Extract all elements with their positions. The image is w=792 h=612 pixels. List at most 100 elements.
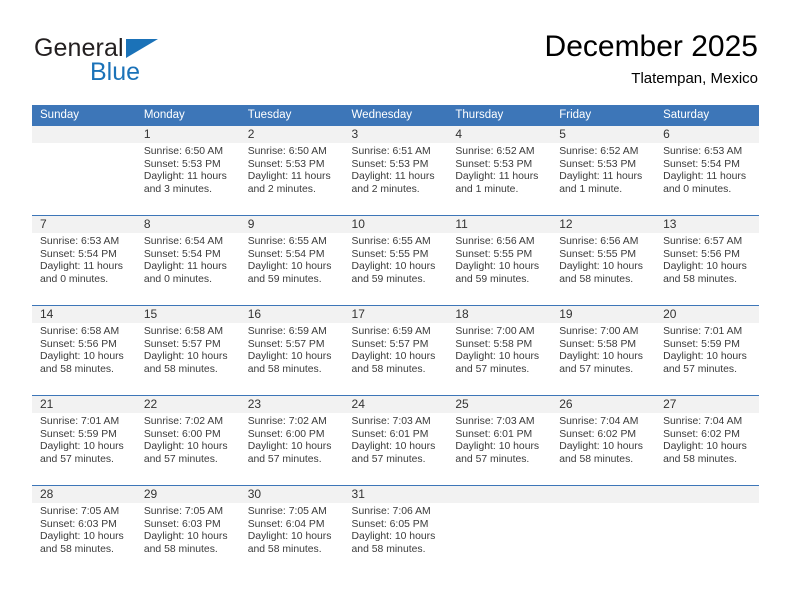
- sunset-text: Sunset: 5:59 PM: [40, 428, 117, 440]
- day-cell[interactable]: 23 Sunrise: 7:02 AM Sunset: 6:00 PM Dayl…: [239, 395, 344, 486]
- sunset-text: Sunset: 6:03 PM: [40, 518, 117, 530]
- day-cell[interactable]: 24 Sunrise: 7:03 AM Sunset: 6:01 PM Dayl…: [343, 395, 448, 486]
- day-cell[interactable]: 4 Sunrise: 6:52 AM Sunset: 5:53 PM Dayli…: [447, 126, 552, 216]
- day-cell[interactable]: 8 Sunrise: 6:54 AM Sunset: 5:54 PM Dayli…: [135, 215, 240, 306]
- calendar-grid: Sunday Monday Tuesday Wednesday Thursday…: [32, 105, 759, 575]
- day-number: 28: [32, 486, 136, 503]
- day-cell[interactable]: [32, 126, 136, 216]
- daylight-text-cont: and 57 minutes.: [559, 363, 634, 375]
- day-number: 14: [32, 306, 136, 323]
- daylight-text-cont: and 57 minutes.: [455, 363, 530, 375]
- sunset-text: Sunset: 5:53 PM: [455, 158, 533, 170]
- sunrise-text: Sunrise: 6:52 AM: [455, 146, 535, 157]
- day-details: Sunrise: 7:03 AM Sunset: 6:01 PM Dayligh…: [447, 413, 551, 466]
- sunset-text: Sunset: 6:02 PM: [559, 428, 637, 440]
- daylight-text: Daylight: 10 hours: [143, 351, 228, 363]
- day-cell[interactable]: 22 Sunrise: 7:02 AM Sunset: 6:00 PM Dayl…: [135, 395, 240, 486]
- sunset-text: Sunset: 5:57 PM: [351, 338, 429, 350]
- day-cell[interactable]: [551, 485, 656, 575]
- day-cell[interactable]: 13 Sunrise: 6:57 AM Sunset: 5:56 PM Dayl…: [655, 215, 759, 306]
- day-cell[interactable]: 6 Sunrise: 6:53 AM Sunset: 5:54 PM Dayli…: [655, 126, 759, 216]
- day-cell[interactable]: 19 Sunrise: 7:00 AM Sunset: 5:58 PM Dayl…: [551, 305, 656, 396]
- day-cell[interactable]: 17 Sunrise: 6:59 AM Sunset: 5:57 PM Dayl…: [343, 305, 448, 396]
- sunset-text: Sunset: 5:53 PM: [351, 158, 429, 170]
- day-cell[interactable]: 18 Sunrise: 7:00 AM Sunset: 5:58 PM Dayl…: [447, 305, 552, 396]
- day-number: 1: [135, 126, 240, 143]
- day-cell[interactable]: 11 Sunrise: 6:56 AM Sunset: 5:55 PM Dayl…: [447, 215, 552, 306]
- day-number: 25: [447, 396, 552, 413]
- day-cell[interactable]: 26 Sunrise: 7:04 AM Sunset: 6:02 PM Dayl…: [551, 395, 656, 486]
- day-details: Sunrise: 7:01 AM Sunset: 5:59 PM Dayligh…: [32, 413, 136, 466]
- day-number: 27: [655, 396, 759, 413]
- day-cell[interactable]: 2 Sunrise: 6:50 AM Sunset: 5:53 PM Dayli…: [239, 126, 344, 216]
- day-cell[interactable]: 30 Sunrise: 7:05 AM Sunset: 6:04 PM Dayl…: [239, 485, 344, 575]
- daylight-text-cont: and 57 minutes.: [663, 363, 737, 375]
- day-cell[interactable]: 3 Sunrise: 6:51 AM Sunset: 5:53 PM Dayli…: [343, 126, 448, 216]
- day-number: 10: [343, 216, 448, 233]
- sunrise-text: Sunrise: 6:50 AM: [247, 146, 327, 157]
- day-cell[interactable]: 25 Sunrise: 7:03 AM Sunset: 6:01 PM Dayl…: [447, 395, 552, 486]
- sunrise-text: Sunrise: 7:05 AM: [143, 506, 223, 517]
- day-number: [32, 126, 136, 143]
- day-number: 6: [655, 126, 759, 143]
- sunrise-text: Sunrise: 6:56 AM: [559, 236, 639, 247]
- day-cell[interactable]: 31 Sunrise: 7:06 AM Sunset: 6:05 PM Dayl…: [343, 485, 448, 575]
- day-details: Sunrise: 6:52 AM Sunset: 5:53 PM Dayligh…: [447, 143, 551, 196]
- daylight-text-cont: and 58 minutes.: [247, 543, 322, 555]
- day-cell[interactable]: 21 Sunrise: 7:01 AM Sunset: 5:59 PM Dayl…: [32, 395, 136, 486]
- week-row: 14 Sunrise: 6:58 AM Sunset: 5:56 PM Dayl…: [32, 305, 759, 396]
- week-row: 28 Sunrise: 7:05 AM Sunset: 6:03 PM Dayl…: [32, 485, 759, 575]
- day-cell[interactable]: 1 Sunrise: 6:50 AM Sunset: 5:53 PM Dayli…: [135, 126, 240, 216]
- daylight-text-cont: and 59 minutes.: [455, 273, 530, 285]
- general-blue-logo[interactable]: General Blue: [32, 34, 242, 96]
- sunrise-text: Sunrise: 7:05 AM: [247, 506, 327, 517]
- day-cell[interactable]: [655, 485, 759, 575]
- day-details: Sunrise: 7:05 AM Sunset: 6:03 PM Dayligh…: [136, 503, 240, 556]
- sunrise-text: Sunrise: 7:04 AM: [559, 416, 639, 427]
- day-cell[interactable]: 9 Sunrise: 6:55 AM Sunset: 5:54 PM Dayli…: [239, 215, 344, 306]
- day-cell[interactable]: 7 Sunrise: 6:53 AM Sunset: 5:54 PM Dayli…: [32, 215, 136, 306]
- day-cell[interactable]: 20 Sunrise: 7:01 AM Sunset: 5:59 PM Dayl…: [655, 305, 759, 396]
- day-details: Sunrise: 7:00 AM Sunset: 5:58 PM Dayligh…: [551, 323, 655, 376]
- daylight-text-cont: and 0 minutes.: [663, 183, 732, 195]
- sunset-text: Sunset: 5:54 PM: [40, 248, 117, 260]
- sunset-text: Sunset: 6:01 PM: [351, 428, 429, 440]
- daylight-text-cont: and 58 minutes.: [40, 543, 114, 555]
- sunset-text: Sunset: 5:53 PM: [559, 158, 637, 170]
- day-cell[interactable]: 12 Sunrise: 6:56 AM Sunset: 5:55 PM Dayl…: [551, 215, 656, 306]
- daylight-text: Daylight: 10 hours: [663, 351, 747, 363]
- day-number: 30: [239, 486, 344, 503]
- daylight-text: Daylight: 11 hours: [559, 171, 643, 183]
- day-cell[interactable]: 27 Sunrise: 7:04 AM Sunset: 6:02 PM Dayl…: [655, 395, 759, 486]
- day-details: Sunrise: 6:59 AM Sunset: 5:57 PM Dayligh…: [344, 323, 448, 376]
- title-block: December 2025 Tlatempan, Mexico: [545, 28, 758, 90]
- day-cell[interactable]: 5 Sunrise: 6:52 AM Sunset: 5:53 PM Dayli…: [551, 126, 656, 216]
- day-number: 24: [343, 396, 448, 413]
- daylight-text-cont: and 58 minutes.: [40, 363, 114, 375]
- sunrise-text: Sunrise: 7:01 AM: [40, 416, 120, 427]
- day-details: Sunrise: 6:55 AM Sunset: 5:54 PM Dayligh…: [240, 233, 344, 286]
- sunrise-text: Sunrise: 6:52 AM: [559, 146, 639, 157]
- day-cell[interactable]: 14 Sunrise: 6:58 AM Sunset: 5:56 PM Dayl…: [32, 305, 136, 396]
- day-cell[interactable]: 10 Sunrise: 6:55 AM Sunset: 5:55 PM Dayl…: [343, 215, 448, 306]
- day-cell[interactable]: 16 Sunrise: 6:59 AM Sunset: 5:57 PM Dayl…: [239, 305, 344, 396]
- daylight-text-cont: and 58 minutes.: [247, 363, 322, 375]
- day-cell[interactable]: 15 Sunrise: 6:58 AM Sunset: 5:57 PM Dayl…: [135, 305, 240, 396]
- sunrise-text: Sunrise: 6:58 AM: [143, 326, 223, 337]
- daylight-text-cont: and 2 minutes.: [247, 183, 316, 195]
- sunset-text: Sunset: 6:05 PM: [351, 518, 429, 530]
- daylight-text: Daylight: 10 hours: [247, 261, 332, 273]
- daylight-text-cont: and 58 minutes.: [143, 543, 218, 555]
- day-cell[interactable]: 29 Sunrise: 7:05 AM Sunset: 6:03 PM Dayl…: [135, 485, 240, 575]
- sunrise-text: Sunrise: 6:54 AM: [143, 236, 223, 247]
- day-cell[interactable]: [447, 485, 552, 575]
- daylight-text: Daylight: 11 hours: [455, 171, 539, 183]
- sunset-text: Sunset: 5:56 PM: [663, 248, 740, 260]
- day-cell[interactable]: 28 Sunrise: 7:05 AM Sunset: 6:03 PM Dayl…: [32, 485, 136, 575]
- sunrise-text: Sunrise: 6:53 AM: [40, 236, 120, 247]
- day-number: 26: [551, 396, 656, 413]
- weekday-header-row: Sunday Monday Tuesday Wednesday Thursday…: [32, 105, 759, 126]
- day-number: [551, 486, 656, 503]
- sunrise-text: Sunrise: 7:01 AM: [663, 326, 743, 337]
- day-details: [655, 503, 759, 506]
